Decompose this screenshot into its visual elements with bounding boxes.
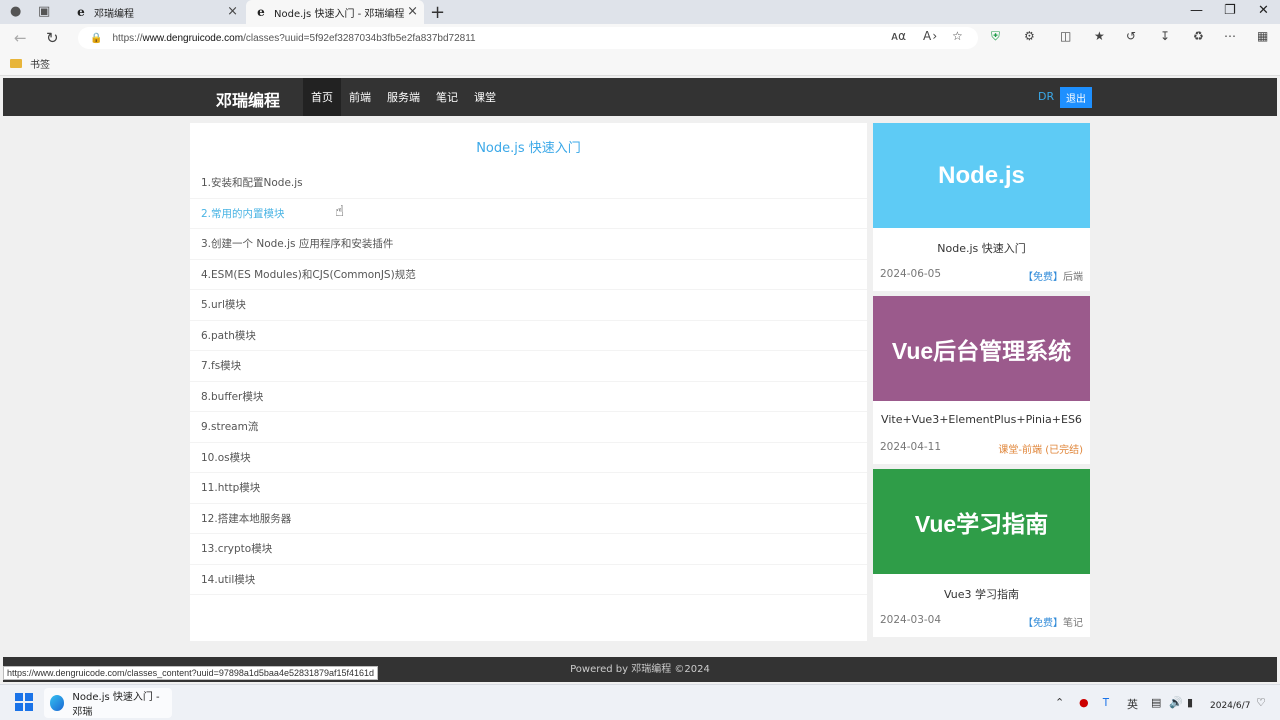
- bookmarks-bar: 书签: [0, 52, 1280, 76]
- tab-nodejs-course[interactable]: e Node.js 快速入门 - 邓瑞编程 ×: [246, 0, 424, 24]
- nav-item-notes[interactable]: 笔记: [428, 78, 466, 116]
- course-tag: 【免费】笔记: [1023, 618, 1083, 629]
- lesson-link[interactable]: 4.ESM(ES Modules)和CJS(CommonJS)规范: [190, 260, 867, 290]
- lesson-link[interactable]: 7.fs模块: [190, 351, 867, 382]
- translate-icon[interactable]: ᴀα: [891, 29, 906, 43]
- course-card[interactable]: Node.js Node.js 快速入门 2024-06-05 【免费】后端: [873, 123, 1090, 291]
- read-aloud-icon[interactable]: A ›: [923, 29, 937, 43]
- notification-bell-icon[interactable]: ♡: [1256, 696, 1266, 709]
- lesson-link[interactable]: 5.url模块: [190, 290, 867, 321]
- course-card[interactable]: Vue学习指南 Vue3 学习指南 2024-03-04 【免费】笔记: [873, 469, 1090, 637]
- windows-taskbar: Node.js 快速入门 - 邓瑞 ⌃ ● Ꭲ 英 ▤ 🔊 ▮ 2024/6/7…: [0, 684, 1280, 720]
- extensions-icon[interactable]: ⚙: [1024, 29, 1035, 43]
- taskbar-app-label: Node.js 快速入门 - 邓瑞: [72, 692, 160, 718]
- lesson-link[interactable]: 13.crypto模块: [190, 534, 867, 565]
- lesson-link[interactable]: 12.搭建本地服务器: [190, 504, 867, 534]
- windows-start-icon[interactable]: [15, 693, 33, 711]
- lesson-link[interactable]: 1.安装和配置Node.js: [190, 168, 867, 199]
- site-header: 邓瑞编程 首页 前端 服务端 笔记 课堂 DR 退出: [3, 78, 1277, 116]
- browser-toolbar: ← ↻ 🔒 https://www.dengruicode.com/classe…: [0, 24, 1280, 52]
- performance-icon[interactable]: ♻: [1193, 29, 1204, 43]
- close-tab-icon[interactable]: ×: [227, 4, 238, 19]
- course-tag: 【免费】后端: [1023, 272, 1083, 283]
- sidebar-toggle-icon[interactable]: ▦: [1257, 29, 1268, 43]
- volume-icon[interactable]: 🔊: [1169, 696, 1183, 709]
- course-card-title[interactable]: Vite+Vue3+ElementPlus+Pinia+ES6: [873, 413, 1090, 426]
- more-menu-icon[interactable]: ⋯: [1224, 29, 1236, 43]
- course-title: Node.js 快速入门: [476, 141, 581, 156]
- back-button[interactable]: ←: [14, 29, 27, 47]
- course-card-meta: 2024-06-05 【免费】后端: [880, 268, 1083, 283]
- course-card[interactable]: Vue后台管理系统 Vite+Vue3+ElementPlus+Pinia+ES…: [873, 296, 1090, 464]
- battery-icon[interactable]: ▮: [1187, 696, 1193, 709]
- profile-icon[interactable]: ●: [10, 4, 21, 19]
- lesson-link[interactable]: 10.os模块: [190, 443, 867, 473]
- course-tag: 课堂-前端 (已完结): [998, 445, 1083, 456]
- minimize-button[interactable]: —: [1190, 3, 1203, 18]
- lesson-link[interactable]: 8.buffer模块: [190, 382, 867, 412]
- record-icon[interactable]: ●: [1079, 696, 1089, 709]
- lesson-link[interactable]: 3.创建一个 Node.js 应用程序和安装插件: [190, 229, 867, 260]
- browser-tab-strip: ● ▣ e 邓瑞编程 × e Node.js 快速入门 - 邓瑞编程 × + —…: [0, 0, 1280, 24]
- taskbar-edge-app[interactable]: Node.js 快速入门 - 邓瑞: [44, 688, 172, 718]
- site-favicon-icon: e: [257, 5, 265, 19]
- lesson-link[interactable]: 9.stream流: [190, 412, 867, 443]
- bluetooth-icon[interactable]: Ꭲ: [1103, 696, 1110, 710]
- tab-dengruicode[interactable]: e 邓瑞编程 ×: [66, 0, 244, 24]
- nav-item-frontend[interactable]: 前端: [341, 78, 379, 116]
- course-sidebar: Node.js Node.js 快速入门 2024-06-05 【免费】后端 V…: [873, 123, 1090, 642]
- address-bar[interactable]: 🔒 https://www.dengruicode.com/classes?uu…: [78, 27, 978, 49]
- course-card-title[interactable]: Vue3 学习指南: [873, 586, 1090, 602]
- course-date: 2024-06-05: [880, 268, 942, 280]
- bookmark-folder[interactable]: 书签: [30, 56, 50, 71]
- lesson-link[interactable]: 11.http模块: [190, 473, 867, 504]
- main-nav: 首页 前端 服务端 笔记 课堂: [303, 78, 504, 116]
- history-icon[interactable]: ↺: [1126, 29, 1136, 43]
- lesson-link[interactable]: 2.常用的内置模块: [190, 199, 867, 229]
- course-banner[interactable]: Node.js: [873, 123, 1090, 228]
- nav-item-classroom[interactable]: 课堂: [466, 78, 504, 116]
- mouse-cursor-icon: ☝: [335, 202, 345, 220]
- nav-item-home[interactable]: 首页: [303, 78, 341, 116]
- chevron-up-icon[interactable]: ⌃: [1055, 696, 1064, 709]
- course-card-meta: 2024-03-04 【免费】笔记: [880, 614, 1083, 629]
- close-window-button[interactable]: ✕: [1258, 3, 1269, 18]
- restore-button[interactable]: ❐: [1224, 3, 1236, 18]
- course-content: Node.js 快速入门 1.安装和配置Node.js 2.常用的内置模块 3.…: [190, 123, 867, 641]
- nav-item-backend[interactable]: 服务端: [379, 78, 428, 116]
- split-screen-icon[interactable]: ◫: [1060, 29, 1071, 43]
- downloads-icon[interactable]: ↧: [1160, 29, 1170, 43]
- page-viewport: 邓瑞编程 首页 前端 服务端 笔记 课堂 DR 退出 Node.js 快速入门 …: [3, 78, 1277, 684]
- lock-icon: 🔒: [90, 32, 103, 44]
- new-tab-button[interactable]: +: [430, 2, 445, 23]
- edge-icon: [50, 695, 65, 711]
- site-logo[interactable]: 邓瑞编程: [216, 87, 280, 111]
- network-icon[interactable]: ▤: [1151, 696, 1161, 709]
- tab-actions-icon[interactable]: ▣: [38, 4, 50, 19]
- course-banner[interactable]: Vue后台管理系统: [873, 296, 1090, 401]
- url-text: https://www.dengruicode.com/classes?uuid…: [112, 32, 476, 44]
- favorite-star-icon[interactable]: ☆: [952, 29, 963, 43]
- lesson-link[interactable]: 14.util模块: [190, 565, 867, 595]
- taskbar-date[interactable]: 2024/6/7: [1210, 701, 1250, 711]
- ime-indicator[interactable]: 英: [1127, 696, 1138, 712]
- course-card-meta: 2024-04-11 课堂-前端 (已完结): [880, 441, 1083, 456]
- close-tab-icon[interactable]: ×: [407, 4, 418, 19]
- course-date: 2024-04-11: [880, 441, 942, 453]
- course-date: 2024-03-04: [880, 614, 942, 626]
- user-link[interactable]: DR: [1038, 90, 1054, 103]
- lesson-link[interactable]: 6.path模块: [190, 321, 867, 351]
- shield-icon[interactable]: ⛨: [991, 29, 1000, 44]
- link-status-bar: https://www.dengruicode.com/classes_cont…: [3, 666, 379, 680]
- folder-icon: [10, 59, 22, 68]
- tab-label: 邓瑞编程: [94, 8, 134, 20]
- refresh-button[interactable]: ↻: [46, 29, 59, 47]
- tab-label: Node.js 快速入门 - 邓瑞编程: [274, 8, 405, 20]
- logout-button[interactable]: 退出: [1060, 87, 1092, 108]
- course-card-title[interactable]: Node.js 快速入门: [873, 240, 1090, 256]
- course-banner[interactable]: Vue学习指南: [873, 469, 1090, 574]
- site-favicon-icon: e: [77, 5, 85, 19]
- favorites-icon[interactable]: ★: [1094, 29, 1105, 43]
